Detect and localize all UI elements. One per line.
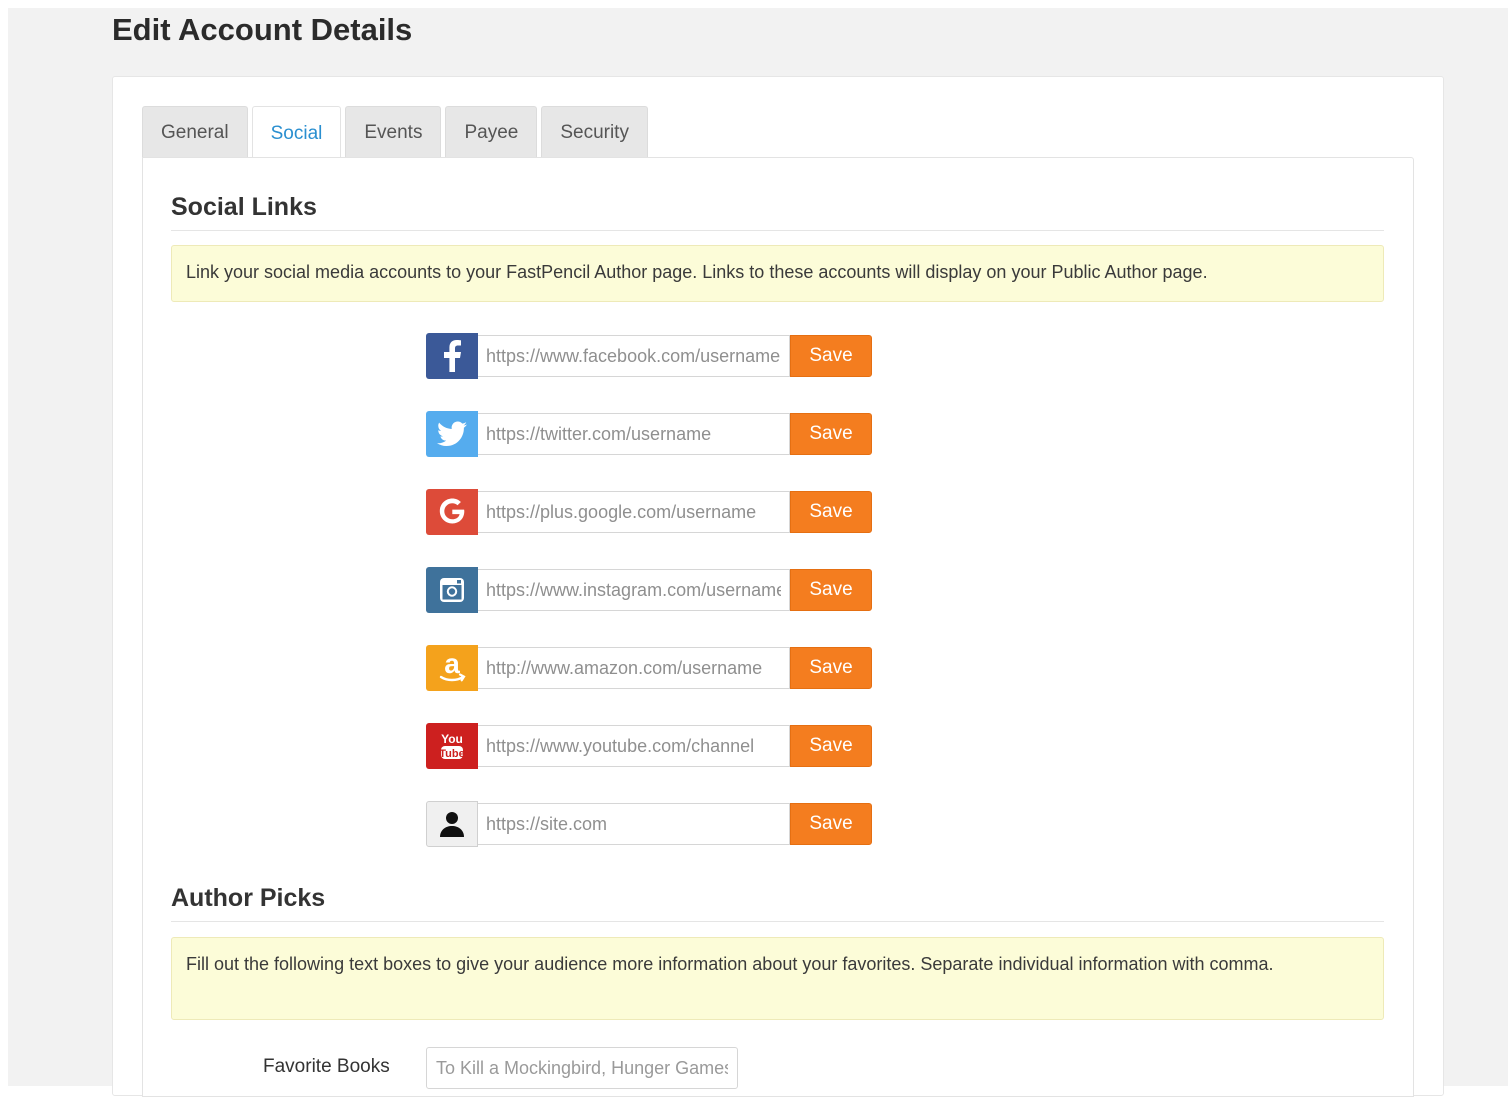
tab-events[interactable]: Events xyxy=(345,106,442,158)
social-row-instagram: Save xyxy=(426,567,872,613)
author-picks-notice: Fill out the following text boxes to giv… xyxy=(171,937,1384,1020)
website-url-input[interactable] xyxy=(478,803,790,845)
amazon-url-input[interactable] xyxy=(478,647,790,689)
twitter-icon xyxy=(426,411,478,457)
google-plus-url-input[interactable] xyxy=(478,491,790,533)
amazon-icon: a xyxy=(426,645,478,691)
svg-text:a: a xyxy=(444,651,460,679)
google-plus-save-button[interactable]: Save xyxy=(790,491,872,533)
author-picks-heading: Author Picks xyxy=(171,884,326,912)
twitter-save-button[interactable]: Save xyxy=(790,413,872,455)
tab-general[interactable]: General xyxy=(142,106,248,158)
instagram-url-input[interactable] xyxy=(478,569,790,611)
social-row-website: Save xyxy=(426,801,872,847)
youtube-save-button[interactable]: Save xyxy=(790,725,872,767)
tab-payee[interactable]: Payee xyxy=(445,106,538,158)
page-title: Edit Account Details xyxy=(112,12,413,47)
facebook-url-input[interactable] xyxy=(478,335,790,377)
website-user-icon xyxy=(426,801,478,847)
social-row-facebook: Save xyxy=(426,333,872,379)
social-links-notice: Link your social media accounts to your … xyxy=(171,245,1384,302)
twitter-url-input[interactable] xyxy=(478,413,790,455)
svg-text:You: You xyxy=(441,732,463,746)
tab-bar: General Social Events Payee Security xyxy=(142,106,648,160)
website-save-button[interactable]: Save xyxy=(790,803,872,845)
youtube-url-input[interactable] xyxy=(478,725,790,767)
svg-text:Tube: Tube xyxy=(439,748,464,760)
social-row-youtube: You Tube Save xyxy=(426,723,872,769)
social-row-amazon: a Save xyxy=(426,645,872,691)
instagram-icon xyxy=(426,567,478,613)
tab-social[interactable]: Social xyxy=(251,106,342,160)
section-divider xyxy=(171,921,1384,922)
tab-security[interactable]: Security xyxy=(541,106,648,158)
social-row-google-plus: Save xyxy=(426,489,872,535)
amazon-save-button[interactable]: Save xyxy=(790,647,872,689)
google-plus-icon xyxy=(426,489,478,535)
facebook-icon xyxy=(426,333,478,379)
social-links-heading: Social Links xyxy=(171,193,317,221)
section-divider xyxy=(171,230,1384,231)
youtube-icon: You Tube xyxy=(426,723,478,769)
facebook-save-button[interactable]: Save xyxy=(790,335,872,377)
social-row-twitter: Save xyxy=(426,411,872,457)
instagram-save-button[interactable]: Save xyxy=(790,569,872,611)
favorite-books-label: Favorite Books xyxy=(263,1056,390,1077)
favorite-books-input[interactable] xyxy=(426,1047,738,1089)
